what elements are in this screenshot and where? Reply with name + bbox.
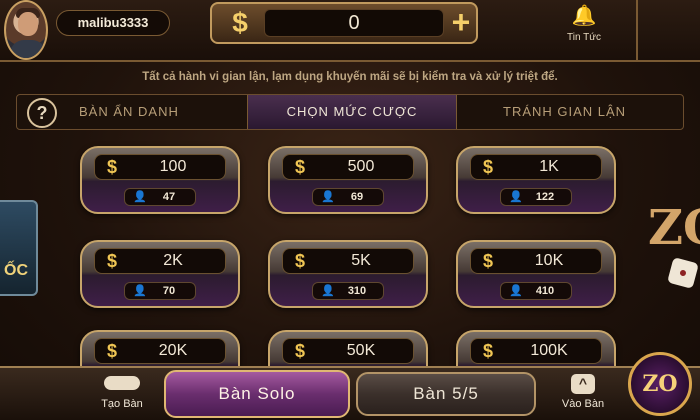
bet-amount: 100 [159,158,187,175]
dollar-icon: $ [294,341,305,361]
bet-amount-box: $ 20K [94,338,226,364]
tab-anti-cheat[interactable]: TRÁNH GIAN LẬN [503,95,626,129]
player-count: 310 [347,285,367,297]
corner-logo[interactable]: ZO [628,352,692,416]
news-label: Tin Tức [567,32,601,43]
person-icon: 👤 [133,285,147,297]
enter-table-label: Vào Bàn [561,398,605,410]
person-icon: 👤 [321,191,335,203]
bet-amount: 10K [534,252,564,269]
notice-text: Tất cả hành vi gian lận, lạm dụng khuyến… [142,71,558,83]
dollar-icon: $ [106,157,117,177]
create-table-label: Tạo Bàn [101,398,143,410]
bet-amount: 500 [347,158,375,175]
player-count-box: 👤 69 [312,188,384,206]
dollar-icon: $ [482,157,493,177]
bet-grid: $ 100 👤 47 $ 500 👤 69 $ 1K 👤 122 $ 2K 👤 … [0,146,700,398]
bet-amount-box: $ 10K [470,248,602,274]
bet-amount: 20K [158,342,188,359]
tab-bar: ? BÀN ẨN DANH CHỌN MỨC CƯỢC TRÁNH GIAN L… [16,94,684,130]
player-count-box: 👤 70 [124,282,196,300]
player-count: 122 [535,191,555,203]
dollar-icon: $ [294,251,305,271]
player-count: 70 [162,285,176,297]
balance-bar: $ 0 + [210,2,478,44]
player-count-box: 👤 122 [500,188,572,206]
player-count-box: 👤 310 [312,282,384,300]
dollar-icon: $ [294,157,305,177]
bell-icon: 🔔 [571,5,597,27]
bet-amount: 5K [351,252,371,269]
person-icon: 👤 [509,285,523,297]
enter-table-button[interactable]: ^ Vào Bàn [548,374,618,418]
create-table-button[interactable]: Tạo Bàn [84,376,160,420]
bet-amount: 50K [346,342,376,359]
bet-button-500[interactable]: $ 500 👤 69 [268,146,428,214]
person-icon: 👤 [321,285,335,297]
tab-choose-bet[interactable]: CHỌN MỨC CƯỢC [247,95,457,129]
header-divider [636,0,638,60]
player-count: 69 [350,191,364,203]
dollar-icon: $ [482,341,493,361]
bet-button-5k[interactable]: $ 5K 👤 310 [268,240,428,308]
balance-value: 0 [264,9,444,37]
bet-amount: 1K [539,158,559,175]
enter-table-icon: ^ [571,374,595,394]
top-bar: malibu3333 $ 0 + 🔔 Tin Tức [0,0,700,62]
dollar-icon: $ [482,251,493,271]
avatar-face [18,12,38,36]
solo-table-button[interactable]: Bàn Solo [164,370,350,418]
bet-amount-box: $ 500 [282,154,414,180]
bet-amount-box: $ 5K [282,248,414,274]
bet-button-1k[interactable]: $ 1K 👤 122 [456,146,616,214]
dollar-icon: $ [106,251,117,271]
bet-amount-box: $ 100 [94,154,226,180]
bet-amount: 2K [163,252,183,269]
bet-button-2k[interactable]: $ 2K 👤 70 [80,240,240,308]
dollar-icon: $ [232,7,248,38]
five-five-table-button[interactable]: Bàn 5/5 [356,372,536,416]
bottom-bar: Tạo Bàn Bàn Solo Bàn 5/5 ^ Vào Bàn [0,366,700,420]
player-count-box: 👤 410 [500,282,572,300]
create-table-icon [104,376,140,390]
add-coin-button[interactable]: + [448,6,474,40]
player-count: 410 [535,285,555,297]
tab-anonymous-table[interactable]: BÀN ẨN DANH [79,95,179,129]
bet-amount-box: $ 50K [282,338,414,364]
bet-amount-box: $ 1K [470,154,602,180]
question-icon[interactable]: ? [27,98,57,128]
avatar-suit [10,40,46,58]
person-icon: 👤 [509,191,523,203]
news-button[interactable]: 🔔 Tin Tức [556,4,612,52]
bet-amount: 100K [530,342,568,359]
username-label: malibu3333 [56,10,170,36]
bet-amount-box: $ 2K [94,248,226,274]
dollar-icon: $ [106,341,117,361]
player-count: 47 [162,191,176,203]
player-count-box: 👤 47 [124,188,196,206]
avatar[interactable] [4,0,48,60]
bet-button-100[interactable]: $ 100 👤 47 [80,146,240,214]
bet-button-10k[interactable]: $ 10K 👤 410 [456,240,616,308]
person-icon: 👤 [133,191,147,203]
bet-amount-box: $ 100K [470,338,602,364]
